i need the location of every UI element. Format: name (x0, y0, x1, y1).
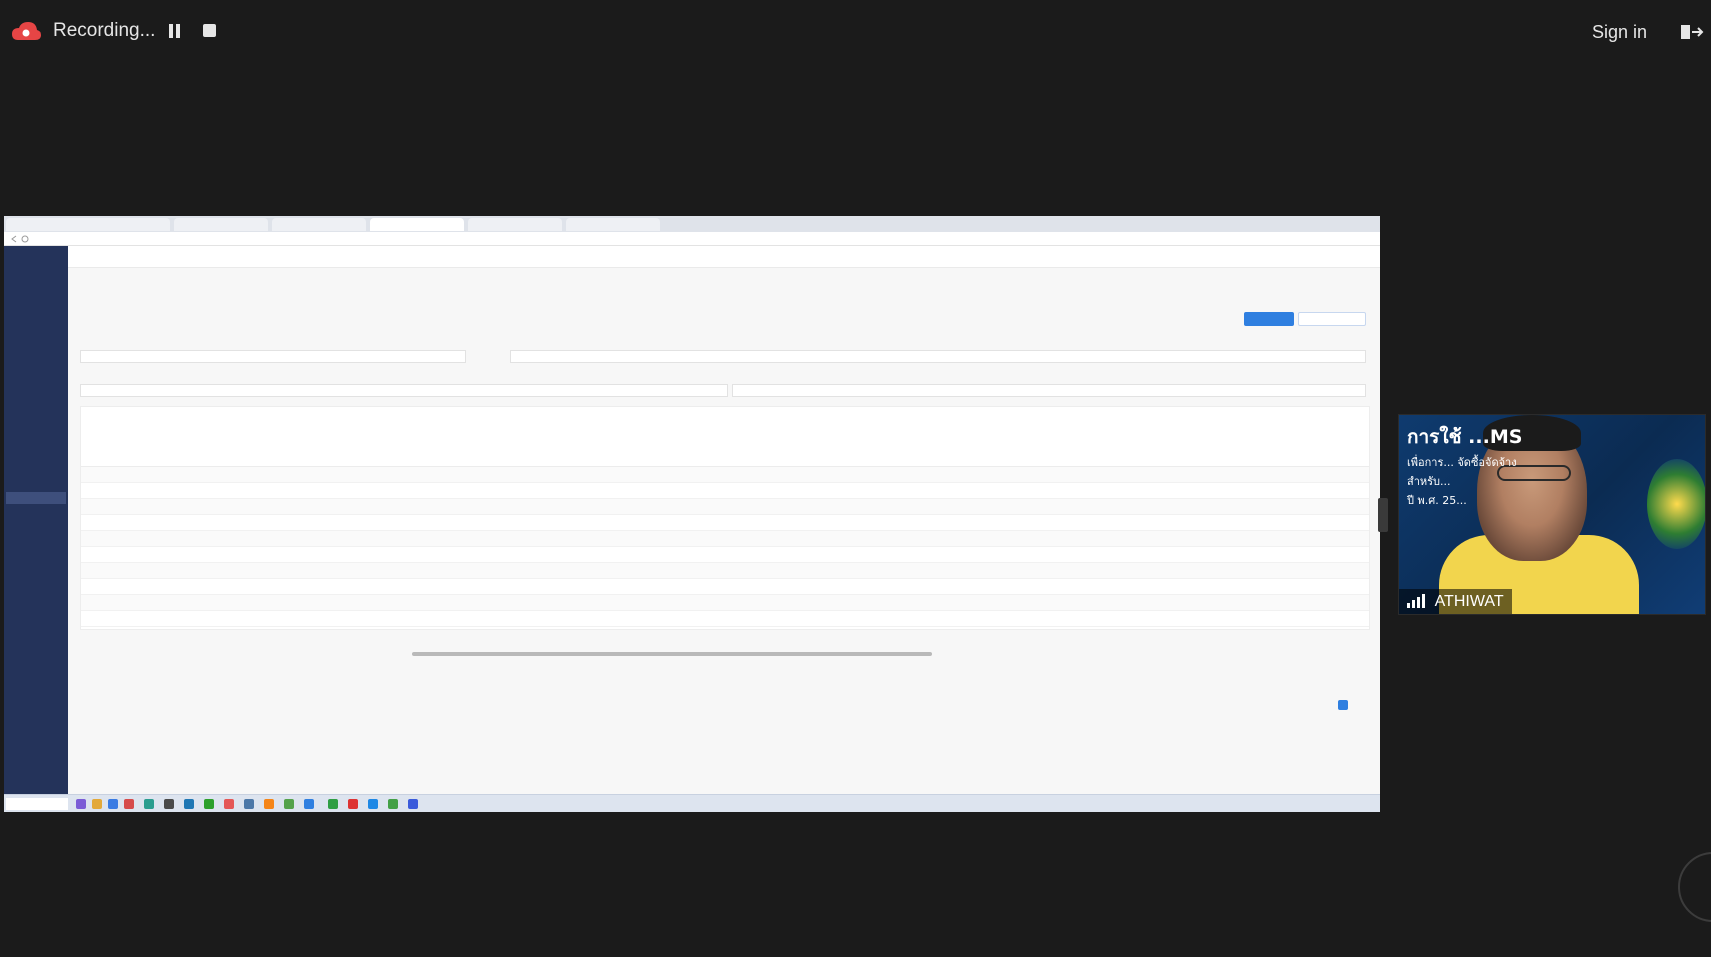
app-icon[interactable] (224, 799, 234, 809)
app-icon[interactable] (244, 799, 254, 809)
app-icon[interactable] (204, 799, 214, 809)
recording-status: Recording... (53, 20, 156, 41)
app-icon[interactable] (348, 799, 358, 809)
leave-icon[interactable] (1680, 23, 1706, 41)
table-row[interactable] (81, 579, 1369, 595)
floating-control[interactable] (1678, 852, 1711, 922)
browser-tab[interactable] (272, 218, 366, 231)
browser-tab[interactable] (174, 218, 268, 231)
report-table (80, 406, 1370, 630)
banner-logo (1647, 459, 1705, 549)
cloud-recording-icon (12, 22, 41, 40)
sidebar-item[interactable] (6, 348, 66, 360)
sidebar-item[interactable] (6, 372, 66, 384)
method-select[interactable] (510, 350, 1366, 363)
table-row[interactable] (81, 483, 1369, 499)
address-bar[interactable] (4, 232, 1380, 246)
table-row[interactable] (81, 499, 1369, 515)
os-taskbar (4, 794, 1380, 812)
app-icon[interactable] (144, 799, 154, 809)
sidebar-item[interactable] (6, 420, 66, 432)
sidebar-item[interactable] (6, 444, 66, 456)
banner-subtext: เพื่อการ... จัดซื้อจัดจ้าง สำหรับ... ปี … (1407, 456, 1517, 507)
table-row[interactable] (81, 531, 1369, 547)
banner-headline: การใช้ ...MS (1407, 426, 1523, 448)
browser-tab[interactable] (76, 218, 170, 231)
app-icon[interactable] (164, 799, 174, 809)
shared-screen (4, 216, 1380, 812)
agency-select[interactable] (732, 384, 1366, 397)
sidebar-item[interactable] (6, 468, 66, 480)
screen-resize-handle[interactable] (1378, 498, 1388, 532)
reload-icon[interactable] (21, 235, 29, 243)
table-row[interactable] (81, 595, 1369, 611)
sidebar-item[interactable] (6, 324, 66, 336)
app-icon[interactable] (368, 799, 378, 809)
app-icon[interactable] (108, 799, 118, 809)
app-icon[interactable] (92, 799, 102, 809)
app-header (68, 246, 1380, 268)
app-icon[interactable] (184, 799, 194, 809)
browser-tab[interactable] (370, 218, 464, 231)
participant-name-plate: ATHIWAT (1399, 589, 1512, 614)
table-horizontal-scrollbar[interactable] (412, 652, 932, 656)
stop-recording-icon[interactable] (203, 24, 216, 37)
browser-tab[interactable] (566, 218, 660, 231)
browser-tab[interactable] (468, 218, 562, 231)
table-row[interactable] (81, 611, 1369, 627)
app-icon[interactable] (408, 799, 418, 809)
table-row[interactable] (81, 547, 1369, 563)
back-arrow-icon[interactable] (10, 235, 18, 243)
pause-recording-icon[interactable] (168, 24, 182, 38)
table-header (81, 407, 1369, 467)
sidebar-item[interactable] (6, 300, 66, 312)
app-main (68, 246, 1380, 794)
sidebar-item[interactable] (6, 516, 66, 528)
sidebar-item[interactable] (6, 396, 66, 408)
year-select[interactable] (80, 350, 466, 363)
participant-video: การใช้ ...MS เพื่อการ... จัดซื้อจัดจ้าง … (1398, 414, 1706, 615)
table-row[interactable] (81, 515, 1369, 531)
app-icon[interactable] (328, 799, 338, 809)
app-sidebar (4, 246, 68, 794)
app-icon[interactable] (264, 799, 274, 809)
meeting-top-bar: Recording... Sign in (0, 0, 1711, 64)
sidebar-item-active[interactable] (6, 492, 66, 504)
browser-tab-bar (4, 216, 1380, 232)
sign-in-button[interactable]: Sign in (1592, 22, 1647, 43)
app-icon[interactable] (388, 799, 398, 809)
table-row[interactable] (81, 563, 1369, 579)
table-row[interactable] (81, 467, 1369, 483)
app-icon[interactable] (304, 799, 314, 809)
signal-strength-icon (1407, 594, 1425, 608)
export-button[interactable] (1298, 312, 1366, 326)
app-icon[interactable] (284, 799, 294, 809)
search-button[interactable] (1244, 312, 1294, 326)
pagination-page[interactable] (1338, 700, 1348, 710)
region-select[interactable] (80, 384, 728, 397)
sidebar-item[interactable] (6, 276, 66, 288)
app-icon[interactable] (76, 799, 86, 809)
participant-name: ATHIWAT (1434, 593, 1504, 610)
taskbar-search[interactable] (6, 798, 68, 810)
app-icon[interactable] (124, 799, 134, 809)
